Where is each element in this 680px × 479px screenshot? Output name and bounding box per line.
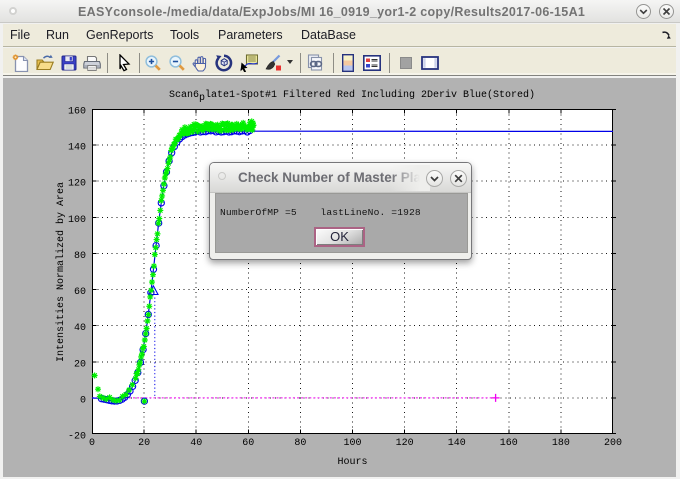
svg-text:180: 180 (552, 438, 570, 449)
svg-text:Hours: Hours (337, 457, 367, 468)
svg-text:40: 40 (74, 323, 86, 334)
svg-text:0: 0 (80, 395, 86, 406)
svg-text:160: 160 (68, 106, 86, 117)
svg-text:-20: -20 (68, 432, 86, 443)
svg-text:140: 140 (68, 143, 86, 154)
svg-text:100: 100 (68, 215, 86, 226)
svg-text:100: 100 (343, 438, 361, 449)
svg-text:40: 40 (190, 438, 202, 449)
svg-text:200: 200 (604, 438, 622, 449)
svg-text:20: 20 (74, 359, 86, 370)
svg-text:120: 120 (68, 179, 86, 190)
svg-text:80: 80 (294, 438, 306, 449)
svg-text:Intensities Normalized by Area: Intensities Normalized by Area (55, 182, 67, 362)
svg-text:20: 20 (138, 438, 150, 449)
svg-text:60: 60 (74, 287, 86, 298)
svg-text:120: 120 (396, 438, 414, 449)
svg-text:Scan6plate1-Spot#1 Filtered Re: Scan6plate1-Spot#1 Filtered Red Includin… (169, 89, 535, 104)
svg-text:160: 160 (500, 438, 518, 449)
svg-text:140: 140 (448, 438, 466, 449)
svg-text:60: 60 (242, 438, 254, 449)
svg-text:80: 80 (74, 251, 86, 262)
svg-text:0: 0 (89, 438, 95, 449)
